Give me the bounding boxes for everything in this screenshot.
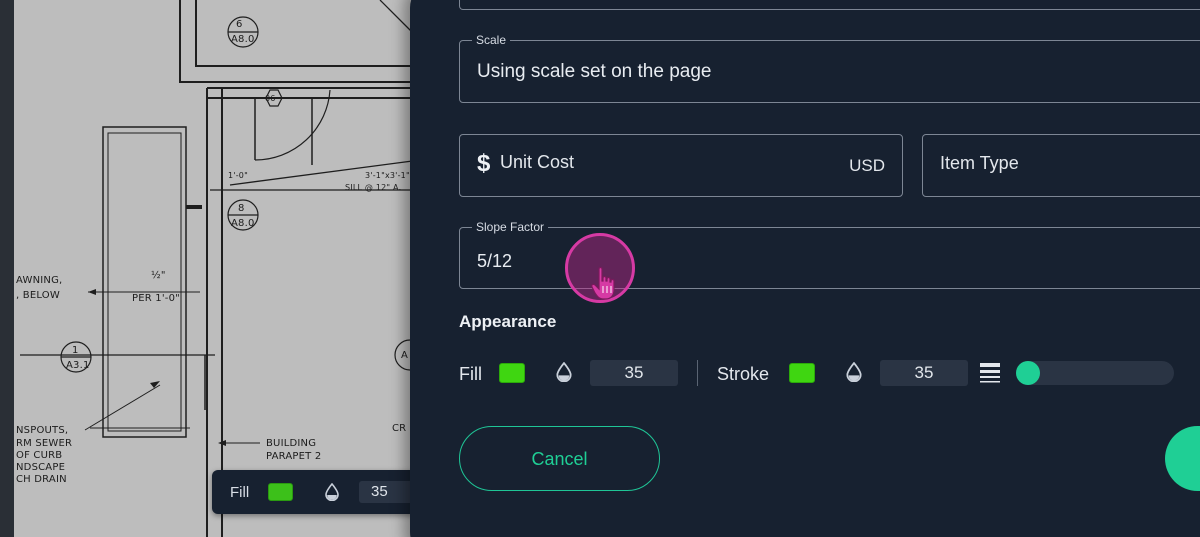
blueprint-annotation: SILL @ 12" A. (345, 183, 402, 192)
scale-value: Using scale set on the page (477, 61, 712, 82)
blueprint-annotation: OF CURB (16, 450, 63, 461)
fill-label: Fill (459, 364, 482, 384)
blueprint-annotation: CR (392, 423, 407, 434)
slope-factor-value: 5/12 (477, 251, 513, 271)
stroke-color-swatch[interactable] (789, 363, 815, 383)
top-field-partial[interactable] (459, 0, 1200, 10)
blueprint-drawing (0, 0, 430, 537)
stroke-width-slider-thumb[interactable] (1016, 361, 1040, 385)
dollar-icon: $ (477, 150, 491, 177)
blueprint-annotation: , BELOW (16, 290, 60, 301)
mini-fill-color-swatch[interactable] (268, 483, 293, 501)
scale-label: Scale (472, 33, 511, 47)
blueprint-annotation: RM SEWER (16, 438, 73, 449)
slope-factor-label: Slope Factor (472, 220, 549, 234)
blueprint-annotation: CH DRAIN (16, 474, 67, 485)
item-type-placeholder: Item Type (940, 153, 1019, 173)
blueprint-annotation: 1 (72, 345, 79, 356)
primary-action-button[interactable] (1165, 426, 1200, 491)
blueprint-annotation: BUILDING (266, 438, 317, 449)
blueprint-annotation: 8 (238, 203, 245, 214)
stroke-label: Stroke (717, 364, 770, 384)
scale-field[interactable]: Scale Using scale set on the page (459, 33, 1200, 103)
item-type-select[interactable]: Item Type (922, 134, 1200, 197)
blueprint-annotation: 1'-0" (228, 171, 248, 180)
mini-fill-label: Fill (230, 484, 250, 501)
stroke-width-slider[interactable] (1016, 361, 1174, 385)
blueprint-annotation: ½" (151, 270, 166, 281)
blueprint-annotation: A (401, 350, 409, 361)
blueprint-annotation: PARAPET 2 (266, 451, 322, 462)
blueprint-annotation: 06 (265, 94, 276, 103)
blueprint-annotation: A8.0 (231, 34, 255, 45)
blueprint-annotation: PER 1'-0" (132, 293, 180, 304)
mini-appearance-toolbar: Fill 35 (212, 470, 442, 514)
blueprint-annotation: NSPOUTS, (16, 425, 69, 436)
stroke-opacity-input[interactable]: 35 (880, 360, 968, 386)
drop-icon (324, 482, 340, 506)
blueprint-annotation: AWNING, (16, 275, 63, 286)
unit-cost-input[interactable]: $ Unit Cost USD (459, 134, 903, 197)
currency-label: USD (849, 156, 885, 175)
appearance-divider (697, 360, 698, 386)
blueprint-annotation: A8.0 (231, 218, 255, 229)
appearance-heading: Appearance (459, 312, 557, 331)
fill-opacity-drop-icon (555, 361, 573, 387)
blueprint-annotation: A3.1 (66, 360, 90, 371)
blueprint-annotation: 6 (236, 19, 243, 30)
measurement-settings-panel: Scale Using scale set on the page $ Unit… (410, 0, 1200, 537)
cancel-button[interactable]: Cancel (459, 426, 660, 491)
fill-color-swatch[interactable] (499, 363, 525, 383)
blueprint-annotation: 3'-1"x3'-1" (365, 171, 410, 180)
fill-opacity-input[interactable]: 35 (590, 360, 678, 386)
line-weight-icon (980, 362, 1000, 389)
blueprint-canvas[interactable]: 6 A8.0 06 1'-0" 3'-1"x3'-1" SILL @ 12" A… (0, 0, 430, 537)
unit-cost-placeholder: Unit Cost (500, 152, 575, 172)
stroke-opacity-drop-icon (845, 361, 863, 387)
blueprint-annotation: NDSCAPE (16, 462, 66, 473)
hand-pointer-icon (590, 266, 620, 307)
